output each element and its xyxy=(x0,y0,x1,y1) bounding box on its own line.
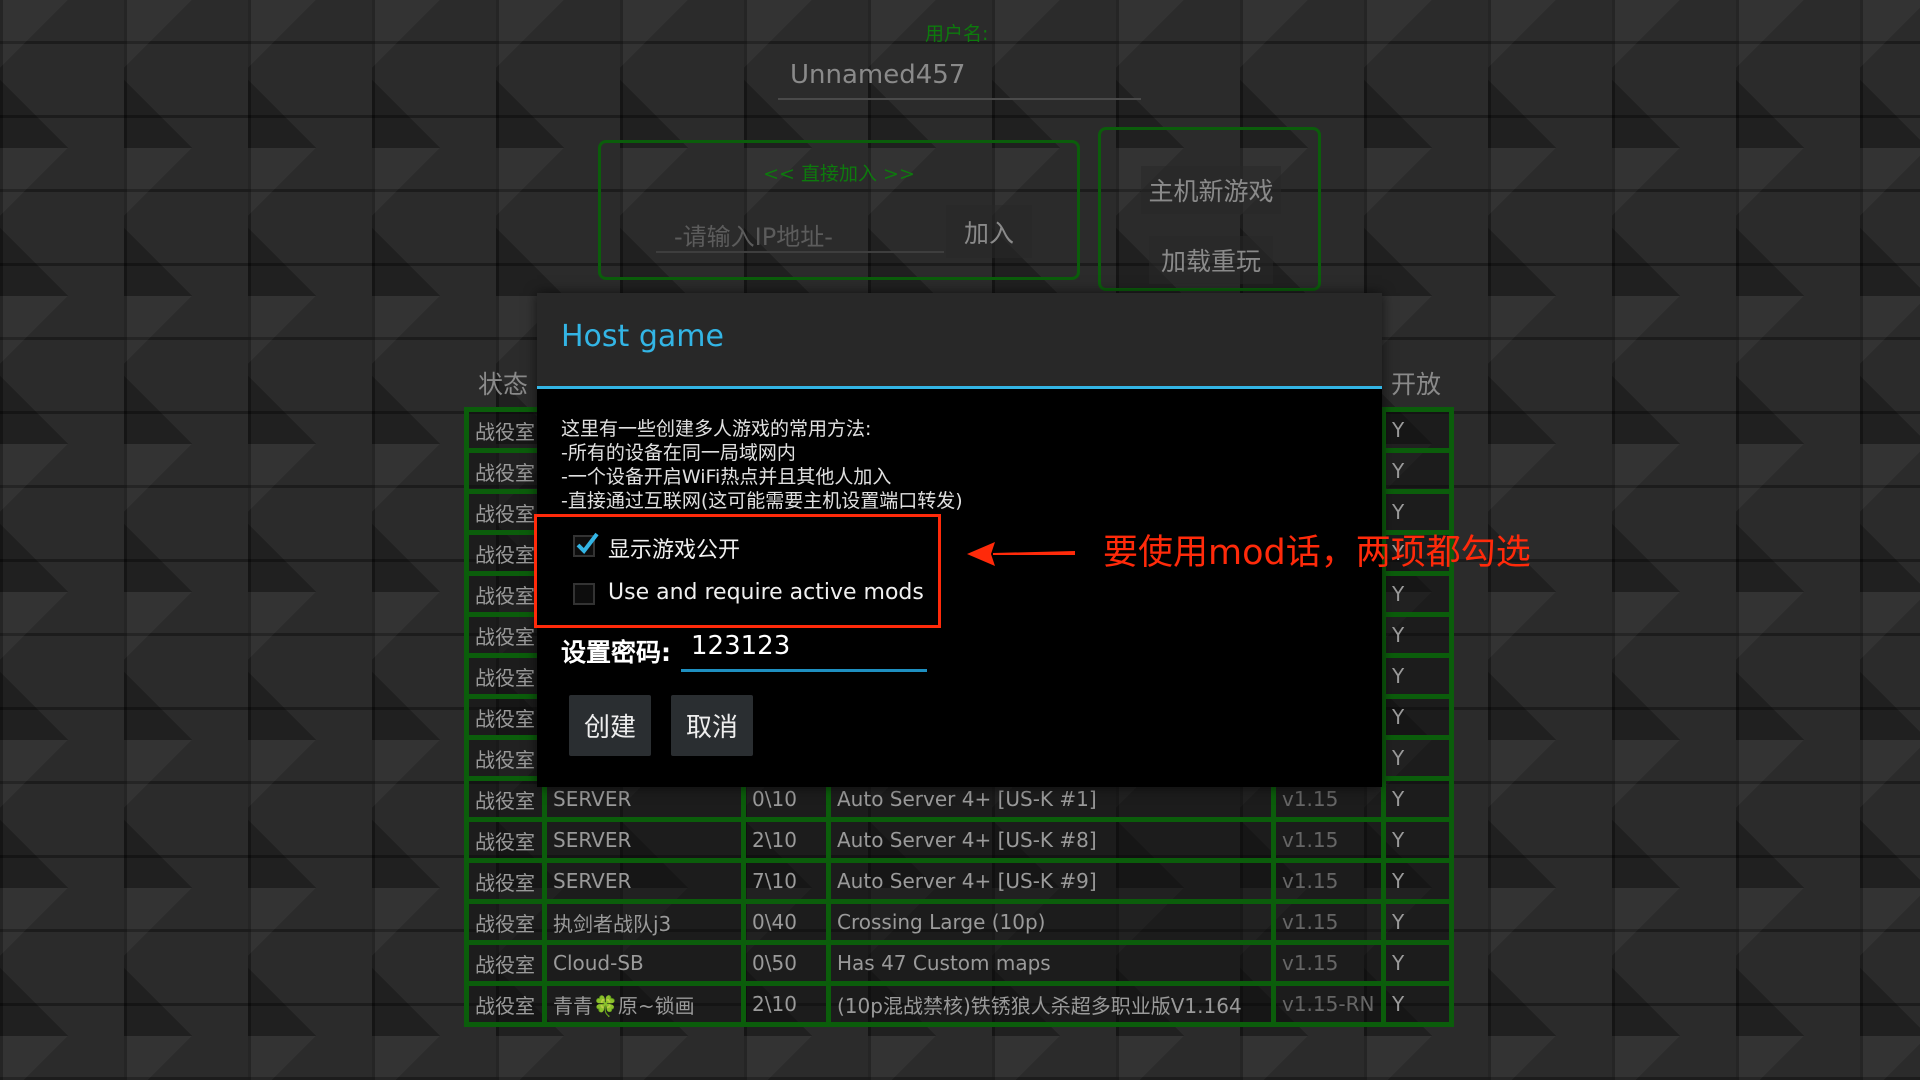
cell-open: Y xyxy=(1381,612,1454,658)
annotation-text: 要使用mod话，两项都勾选 xyxy=(1103,533,1531,573)
cell-version: v1.15 xyxy=(1271,858,1386,904)
cell-open: Y xyxy=(1381,940,1454,986)
cell-open: Y xyxy=(1381,694,1454,740)
username-label: 用户名: xyxy=(925,23,989,45)
table-row[interactable]: 战役室 青青🍀原~锁画 2\10 (10p混战禁核)铁锈狼人杀超多职业版V1.164 v… xyxy=(464,981,1454,1027)
cell-map: Crossing Large (10p) xyxy=(826,899,1276,945)
password-value: 123123 xyxy=(691,631,791,661)
direct-join-panel: << 直接加入 >> -请输入IP地址- 加入 xyxy=(598,140,1080,280)
join-button[interactable]: 加入 xyxy=(946,205,1032,258)
cell-open: Y xyxy=(1381,407,1454,453)
username-input[interactable]: Unnamed457 xyxy=(778,58,1141,100)
dialog-description: 这里有一些创建多人游戏的常用方法: -所有的设备在同一局域网内 -一个设备开启W… xyxy=(561,417,963,513)
highlight-box xyxy=(534,514,941,628)
cell-name: 执剑者战队j3 xyxy=(542,899,746,945)
description-line: -一个设备开启WiFi热点并且其他人加入 xyxy=(561,466,892,488)
cell-status: 战役室 xyxy=(464,817,547,863)
cancel-button[interactable]: 取消 xyxy=(671,695,753,756)
host-new-game-button[interactable]: 主机新游戏 xyxy=(1141,166,1281,214)
direct-join-label: << 直接加入 >> xyxy=(763,163,915,185)
table-row[interactable]: 战役室 执剑者战队j3 0\40 Crossing Large (10p) v1.15 Y xyxy=(464,899,1454,945)
cell-status: 战役室 xyxy=(464,653,547,699)
cell-version: v1.15-RN xyxy=(1271,981,1386,1027)
cell-version: v1.15 xyxy=(1271,899,1386,945)
table-row[interactable]: 战役室 SERVER 7\10 Auto Server 4+ [US-K #9] v1.… xyxy=(464,858,1454,904)
cell-map: (10p混战禁核)铁锈狼人杀超多职业版V1.164 xyxy=(826,981,1276,1027)
cell-open: Y xyxy=(1381,899,1454,945)
cell-status: 战役室 xyxy=(464,530,547,576)
create-button[interactable]: 创建 xyxy=(569,695,651,756)
cell-version: v1.15 xyxy=(1271,817,1386,863)
cell-map: Has 47 Custom maps xyxy=(826,940,1276,986)
cell-open: Y xyxy=(1381,981,1454,1027)
cell-status: 战役室 xyxy=(464,735,547,781)
cell-players: 2\10 xyxy=(741,817,831,863)
cell-name: 青青🍀原~锁画 xyxy=(542,981,746,1027)
cell-open: Y xyxy=(1381,735,1454,781)
table-row[interactable]: 战役室 Cloud-SB 0\50 Has 47 Custom maps v1.15 Y xyxy=(464,940,1454,986)
cell-status: 战役室 xyxy=(464,407,547,453)
ip-input[interactable]: -请输入IP地址- xyxy=(656,215,944,253)
cell-name: SERVER xyxy=(542,817,746,863)
cell-open: Y xyxy=(1381,858,1454,904)
host-panel: 主机新游戏 加载重玩 xyxy=(1098,127,1321,291)
cell-status: 战役室 xyxy=(464,448,547,494)
load-replay-button[interactable]: 加载重玩 xyxy=(1149,236,1273,284)
cell-version: v1.15 xyxy=(1271,940,1386,986)
cell-players: 2\10 xyxy=(741,981,831,1027)
cell-map: Auto Server 4+ [US-K #8] xyxy=(826,817,1276,863)
password-label: 设置密码: xyxy=(561,638,671,667)
dialog-title: Host game xyxy=(561,319,724,354)
cell-status: 战役室 xyxy=(464,694,547,740)
description-line: -所有的设备在同一局域网内 xyxy=(561,442,796,464)
arrow-left-icon xyxy=(967,542,1075,566)
cell-status: 战役室 xyxy=(464,981,547,1027)
dialog-header: Host game xyxy=(537,293,1382,389)
password-input[interactable]: 123123 xyxy=(681,627,927,672)
column-header-status[interactable]: 状态 xyxy=(478,365,528,401)
cell-status: 战役室 xyxy=(464,489,547,535)
description-line: 这里有一些创建多人游戏的常用方法: xyxy=(561,418,872,440)
ip-placeholder: -请输入IP地址- xyxy=(674,223,833,251)
description-line: -直接通过互联网(这可能需要主机设置端口转发) xyxy=(561,490,963,512)
cell-open: Y xyxy=(1381,653,1454,699)
cell-open: Y xyxy=(1381,448,1454,494)
cell-status: 战役室 xyxy=(464,940,547,986)
cell-open: Y xyxy=(1381,817,1454,863)
cell-players: 0\40 xyxy=(741,899,831,945)
table-row[interactable]: 战役室 SERVER 2\10 Auto Server 4+ [US-K #8] v1.… xyxy=(464,817,1454,863)
cell-open: Y xyxy=(1381,571,1454,617)
cell-status: 战役室 xyxy=(464,612,547,658)
cell-status: 战役室 xyxy=(464,899,547,945)
cell-status: 战役室 xyxy=(464,858,547,904)
column-header-open[interactable]: 开放 xyxy=(1391,365,1441,401)
cell-map: Auto Server 4+ [US-K #9] xyxy=(826,858,1276,904)
cell-status: 战役室 xyxy=(464,776,547,822)
cell-status: 战役室 xyxy=(464,571,547,617)
cell-players: 7\10 xyxy=(741,858,831,904)
username-value: Unnamed457 xyxy=(790,60,966,90)
cell-players: 0\50 xyxy=(741,940,831,986)
cell-open: Y xyxy=(1381,776,1454,822)
cell-name: Cloud-SB xyxy=(542,940,746,986)
cell-name: SERVER xyxy=(542,858,746,904)
